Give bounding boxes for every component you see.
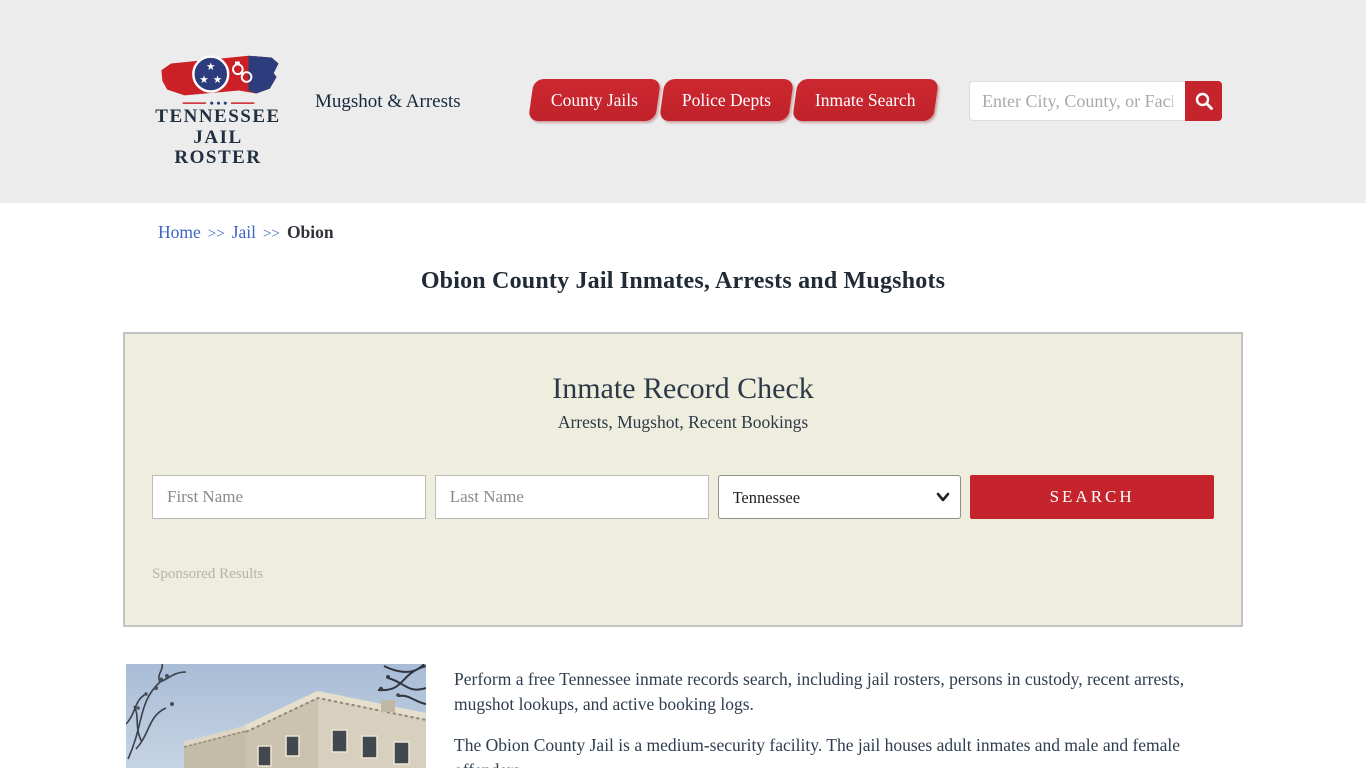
intro-paragraph-2: The Obion County Jail is a medium-securi… [454, 734, 1181, 768]
state-select-wrap: Tennessee [717, 475, 962, 519]
breadcrumb-current: Obion [286, 222, 334, 242]
svg-text:★: ★ [199, 73, 209, 86]
sponsored-results-label: Sponsored Results [152, 566, 264, 582]
intro-paragraph-1: Perform a free Tennessee inmate records … [454, 669, 1185, 714]
site-tagline: Mugshot & Arrests [315, 91, 461, 112]
panel-subtitle: Arrests, Mugshot, Recent Bookings [557, 412, 809, 432]
record-search-button[interactable]: SEARCH [970, 475, 1214, 519]
facility-search-input[interactable] [969, 81, 1185, 121]
page-title: Obion County Jail Inmates, Arrests and M… [420, 268, 946, 294]
last-name-input[interactable] [434, 475, 709, 519]
nav-county-jails-button[interactable]: County Jails [528, 79, 661, 121]
svg-text:★: ★ [212, 73, 222, 86]
state-select[interactable]: Tennessee [717, 475, 962, 519]
logo-text-line1: TENNESSEE [155, 106, 281, 127]
site-header: ★ ★ ★ TENNESSEE JAIL ROSTER Mugshot & Ar… [0, 0, 1366, 203]
nav-police-depts-button[interactable]: Police Depts [659, 79, 794, 121]
svg-text:★: ★ [205, 60, 215, 73]
record-check-form: Tennessee SEARCH [125, 475, 1241, 519]
content-section: Perform a free Tennessee inmate records … [123, 664, 1243, 768]
main-nav: County Jails Police Depts Inmate Search [528, 79, 939, 121]
logo-text-line2: JAIL ROSTER [174, 126, 262, 169]
header-search [969, 81, 1222, 121]
breadcrumb-separator: >> [263, 226, 280, 242]
breadcrumb: Home >> Jail >> Obion [123, 222, 1243, 243]
nav-inmate-search-button[interactable]: Inmate Search [792, 79, 939, 121]
search-submit-button[interactable] [1185, 81, 1222, 121]
jail-building-photo [126, 664, 426, 768]
tennessee-state-icon: ★ ★ ★ [160, 55, 278, 105]
intro-copy: Perform a free Tennessee inmate records … [454, 664, 1212, 768]
search-icon [1195, 92, 1213, 110]
breadcrumb-jail-link[interactable]: Jail [232, 222, 256, 242]
first-name-input[interactable] [152, 475, 426, 519]
panel-title: Inmate Record Check [552, 372, 814, 405]
site-logo[interactable]: ★ ★ ★ TENNESSEE JAIL ROSTER [153, 47, 283, 169]
inmate-record-check-panel: Inmate Record Check Arrests, Mugshot, Re… [123, 332, 1243, 627]
breadcrumb-separator: >> [207, 226, 225, 242]
breadcrumb-home-link[interactable]: Home [158, 222, 201, 242]
